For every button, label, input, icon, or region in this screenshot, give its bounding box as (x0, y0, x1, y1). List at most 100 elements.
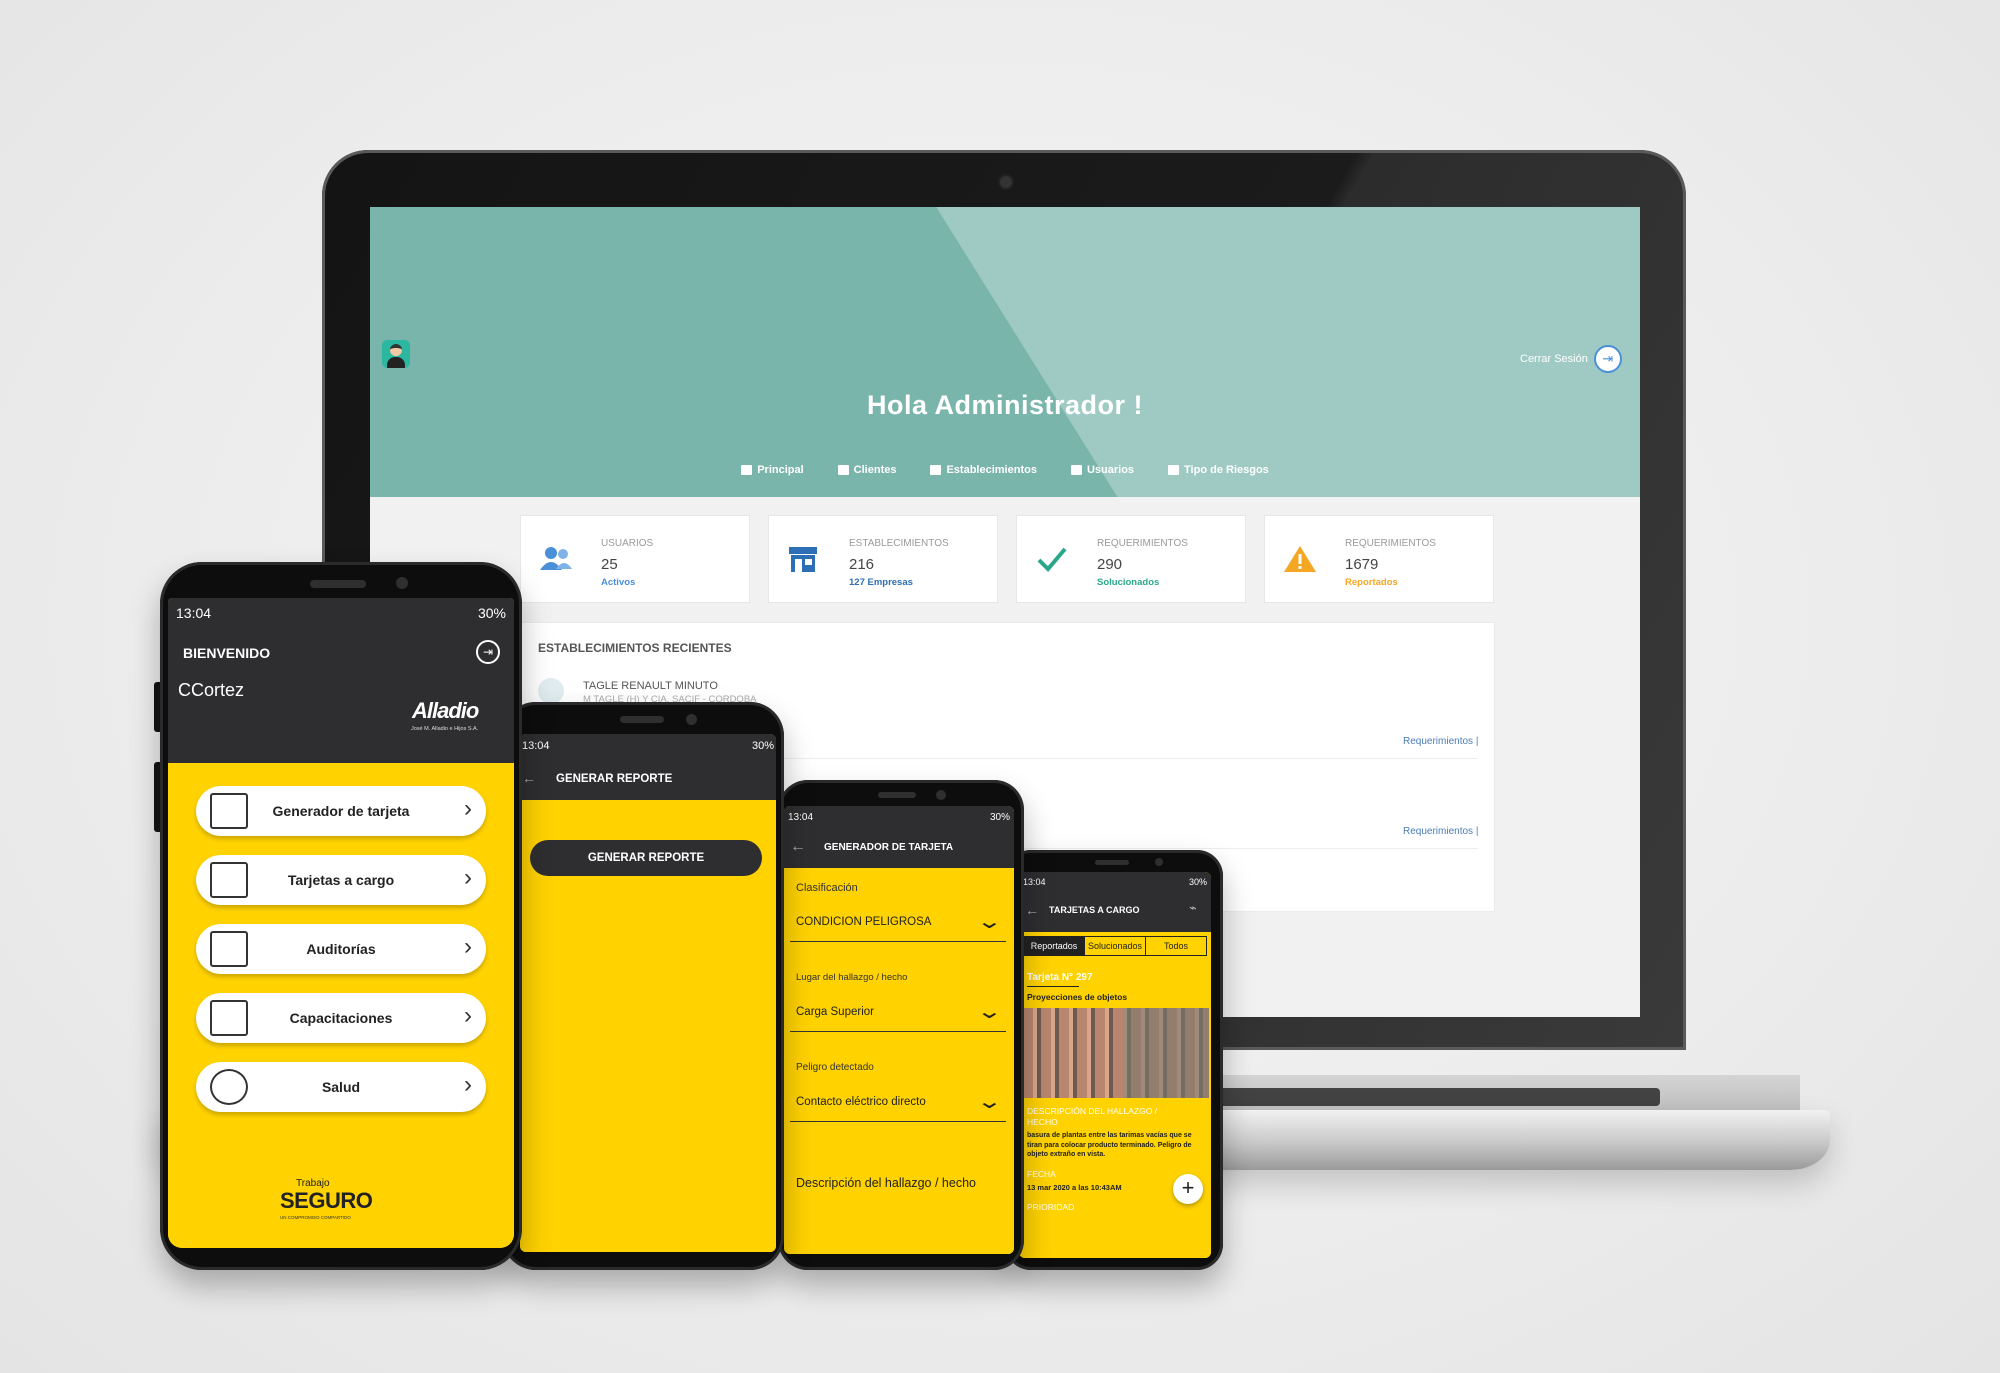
back-arrow-icon[interactable]: ← (522, 770, 536, 786)
building-icon (930, 465, 942, 475)
menu-capacitaciones-button[interactable]: Capacitaciones › (196, 993, 486, 1043)
back-arrow-icon[interactable]: ← (790, 838, 806, 856)
tab-tipo-riesgos[interactable]: Tipo de Riesgos (1168, 464, 1269, 476)
presentation-icon (210, 1000, 248, 1036)
menu-auditorias-button[interactable]: Auditorías › (196, 924, 486, 974)
app-bar: ← GENERADOR DE TARJETA (784, 828, 1014, 868)
admin-avatar[interactable] (382, 340, 410, 368)
phone-main-menu: 13:04 30% BIENVENIDO ⇥ CCortez Alladio J… (154, 562, 522, 1270)
section-title: ESTABLECIMIENTOS RECIENTES (538, 641, 732, 655)
logout-label: Cerrar Sesión (1520, 353, 1588, 365)
card-title[interactable]: Tarjeta N° 297 (1027, 972, 1093, 983)
phone-generar-reporte: 13:04 30% ← GENERAR REPORTE GENERAR REPO… (502, 702, 784, 1270)
phone1-screen: 13:04 30% BIENVENIDO ⇥ CCortez Alladio J… (168, 598, 514, 1248)
field-label-clasificacion: Clasificación (796, 882, 858, 894)
back-arrow-icon[interactable]: ← (1025, 902, 1039, 918)
phone-tarjetas-a-cargo: 13:04 30% ← TARJETAS A CARGO ⌁ Reportado… (1005, 850, 1223, 1270)
stat-sub: 127 Empresas (849, 577, 913, 588)
description-field[interactable]: Descripción del hallazgo / hecho (796, 1176, 976, 1190)
stethoscope-icon (210, 1069, 248, 1105)
stat-label: REQUERIMIENTOS (1345, 538, 1436, 549)
users-icon (540, 547, 572, 570)
status-bar: 13:04 30% (168, 598, 514, 628)
requerimientos-link[interactable]: Requerimientos | (1403, 826, 1478, 837)
screen-title: GENERAR REPORTE (556, 773, 673, 785)
laptop-camera (1000, 176, 1012, 188)
lugar-select[interactable]: Carga Superior ⌄ (790, 996, 1006, 1032)
stat-card-usuarios[interactable]: USUARIOS 25 Activos (520, 515, 750, 603)
logout-icon: ⇥ (1593, 345, 1622, 373)
chevron-right-icon: › (464, 795, 472, 822)
stat-label: USUARIOS (601, 538, 654, 549)
clasificacion-select[interactable]: CONDICION PELIGROSA ⌄ (790, 906, 1006, 942)
stat-card-reportados[interactable]: REQUERIMIENTOS 1679 Reportados (1264, 515, 1494, 603)
phone3-screen: 13:04 30% ← GENERADOR DE TARJETA Clasifi… (784, 806, 1014, 1254)
phone-generador-tarjeta: 13:04 30% ← GENERADOR DE TARJETA Clasifi… (778, 780, 1024, 1270)
logout-button[interactable]: Cerrar Sesión ⇥ (1520, 345, 1622, 373)
stat-value: 25 (601, 556, 618, 573)
stat-card-solucionados[interactable]: REQUERIMIENTOS 290 Solucionados (1016, 515, 1246, 603)
status-battery: 30% (477, 605, 506, 621)
chevron-right-icon: › (464, 864, 472, 891)
trabajo-seguro-logo: SEGURO (280, 1188, 373, 1213)
alladio-logo: Alladio (412, 698, 479, 723)
id-card-icon (1070, 465, 1082, 475)
tab-solucionados[interactable]: Solucionados (1085, 937, 1146, 955)
audit-icon (210, 931, 248, 967)
add-fab-button[interactable]: + (1173, 1174, 1203, 1204)
welcome-header: BIENVENIDO ⇥ CCortez Alladio José M. All… (168, 628, 514, 763)
stat-value: 216 (849, 556, 875, 573)
chart-icon[interactable]: ⌁ (1189, 900, 1197, 916)
establishment-name: TAGLE RENAULT MINUTO (583, 680, 718, 692)
user-name: CCortez (178, 680, 245, 700)
tab-todos[interactable]: Todos (1146, 937, 1206, 955)
tabs: Reportados Solucionados Todos (1023, 936, 1207, 956)
tab-reportados[interactable]: Reportados (1024, 937, 1085, 955)
welcome-label: BIENVENIDO (183, 645, 271, 661)
evidence-photo[interactable] (1023, 1008, 1209, 1098)
chevron-down-icon: ⌄ (976, 911, 1004, 933)
requerimientos-link[interactable]: Requerimientos | (1403, 736, 1478, 747)
stat-sub: Solucionados (1097, 577, 1160, 588)
logout-icon[interactable]: ⇥ (476, 640, 500, 664)
date-label: FECHA (1027, 1169, 1056, 1179)
stat-label: ESTABLECIMIENTOS (849, 538, 949, 549)
building-icon (837, 465, 849, 475)
document-icon (1168, 465, 1180, 475)
card-generator-icon (210, 793, 248, 829)
tab-principal[interactable]: Principal (741, 464, 804, 490)
chevron-right-icon: › (464, 1071, 472, 1098)
card-subtitle: Proyecciones de objetos (1027, 992, 1128, 1002)
app-bar: ← GENERAR REPORTE (520, 758, 776, 800)
generar-reporte-button[interactable]: GENERAR REPORTE (530, 840, 762, 876)
id-badge-icon (210, 862, 248, 898)
dashboard-header: Hola Administrador ! Cerrar Sesión ⇥ Pri… (370, 207, 1640, 497)
desc-label: DESCRIPCIÓN DEL HALLAZGO / HECHO (1027, 1106, 1158, 1127)
screen-title: GENERADOR DE TARJETA (824, 842, 954, 853)
stat-sub: Reportados (1345, 577, 1398, 588)
building-icon (538, 678, 564, 704)
peligro-select[interactable]: Contacto eléctrico directo ⌄ (790, 1086, 1006, 1122)
tab-clientes[interactable]: Clientes (837, 464, 896, 476)
status-bar: 13:04 30% (1019, 872, 1211, 892)
app-bar: ← TARJETAS A CARGO ⌁ (1019, 892, 1211, 932)
stat-card-establecimientos[interactable]: ESTABLECIMIENTOS 216 127 Empresas (768, 515, 998, 603)
store-icon (789, 547, 817, 572)
phone2-screen: 13:04 30% ← GENERAR REPORTE GENERAR REPO… (520, 734, 776, 1252)
menu-salud-button[interactable]: Salud › (196, 1062, 486, 1112)
status-time: 13:04 (176, 605, 212, 621)
check-icon (1037, 547, 1067, 572)
menu-generador-tarjeta-button[interactable]: Generador de tarjeta › (196, 786, 486, 836)
tab-establecimientos[interactable]: Establecimientos (930, 464, 1037, 476)
stat-value: 290 (1097, 556, 1123, 573)
field-label-lugar: Lugar del hallazgo / hecho (796, 972, 908, 983)
footer-tagline: UN COMPROMISO COMPARTIDO (280, 1215, 351, 1220)
laptop-keyboard (1190, 1088, 1660, 1106)
tab-usuarios[interactable]: Usuarios (1070, 464, 1134, 476)
chevron-right-icon: › (464, 1002, 472, 1029)
warning-icon (1284, 546, 1316, 572)
menu-tarjetas-a-cargo-button[interactable]: Tarjetas a cargo › (196, 855, 486, 905)
chevron-down-icon: ⌄ (976, 1001, 1004, 1023)
screen-title: TARJETAS A CARGO (1049, 905, 1140, 915)
stat-label: REQUERIMIENTOS (1097, 538, 1188, 549)
